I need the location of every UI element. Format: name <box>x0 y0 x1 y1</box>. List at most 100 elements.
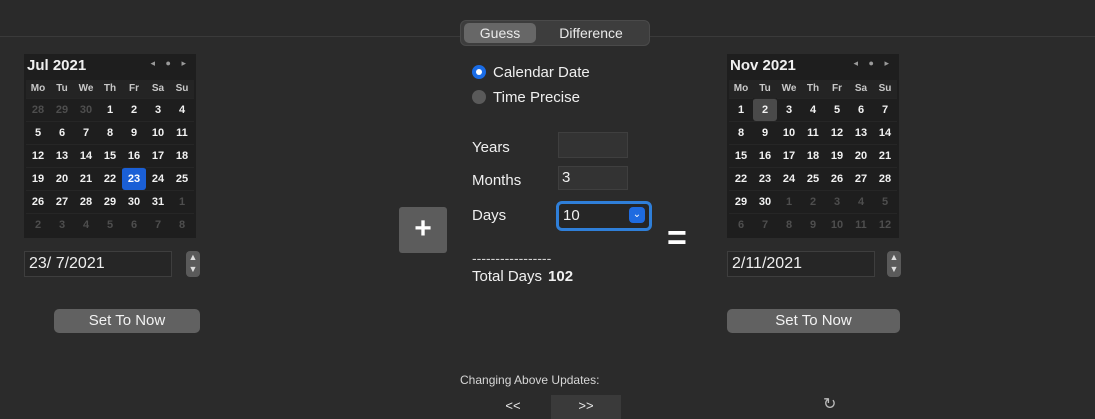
end-calendar-day[interactable]: 10 <box>777 121 801 144</box>
end-calendar-day[interactable]: 9 <box>801 213 825 236</box>
end-calendar-day[interactable]: 7 <box>873 98 897 121</box>
start-calendar-day[interactable]: 5 <box>98 213 122 236</box>
end-calendar-day[interactable]: 6 <box>849 98 873 121</box>
end-date-stepper-icon[interactable]: ▲ ▼ <box>887 251 901 277</box>
end-calendar-day[interactable]: 3 <box>777 98 801 121</box>
start-calendar-day[interactable]: 9 <box>122 121 146 144</box>
start-calendar-day[interactable]: 1 <box>170 190 194 213</box>
end-calendar-day[interactable]: 12 <box>873 213 897 236</box>
start-date-field[interactable]: 23/ 7/2021 <box>24 251 172 277</box>
end-calendar-day[interactable]: 29 <box>729 190 753 213</box>
start-calendar-day[interactable]: 7 <box>146 213 170 236</box>
start-calendar-day[interactable]: 24 <box>146 167 170 190</box>
end-calendar-day[interactable]: 15 <box>729 144 753 167</box>
start-calendar-day[interactable]: 4 <box>74 213 98 236</box>
years-field[interactable] <box>558 132 628 158</box>
start-calendar-day[interactable]: 30 <box>74 98 98 121</box>
start-calendar-day[interactable]: 26 <box>26 190 50 213</box>
end-calendar-day[interactable]: 1 <box>729 98 753 121</box>
start-calendar-day[interactable]: 5 <box>26 121 50 144</box>
start-calendar-day[interactable]: 28 <box>26 98 50 121</box>
months-field[interactable]: 3 <box>558 166 628 190</box>
start-calendar-day[interactable]: 17 <box>146 144 170 167</box>
start-calendar-day[interactable]: 4 <box>170 98 194 121</box>
end-calendar-day[interactable]: 19 <box>825 144 849 167</box>
end-calendar-day[interactable]: 27 <box>849 167 873 190</box>
end-calendar-day[interactable]: 22 <box>729 167 753 190</box>
end-calendar-day[interactable]: 6 <box>729 213 753 236</box>
start-calendar-day[interactable]: 7 <box>74 121 98 144</box>
start-calendar-day[interactable]: 28 <box>74 190 98 213</box>
end-calendar-day[interactable]: 25 <box>801 167 825 190</box>
start-calendar-day[interactable]: 6 <box>50 121 74 144</box>
end-calendar-day[interactable]: 3 <box>825 190 849 213</box>
start-calendar-day[interactable]: 20 <box>50 167 74 190</box>
refresh-icon[interactable]: ↻ <box>823 394 836 414</box>
end-calendar-day[interactable]: 4 <box>849 190 873 213</box>
end-calendar-day[interactable]: 8 <box>729 121 753 144</box>
end-calendar-day[interactable]: 26 <box>825 167 849 190</box>
add-operator-button[interactable]: + <box>399 207 447 253</box>
end-calendar-day[interactable]: 21 <box>873 144 897 167</box>
start-calendar-day[interactable]: 11 <box>170 121 194 144</box>
end-set-to-now-button[interactable]: Set To Now <box>727 309 900 333</box>
days-field[interactable]: 10 ⌄ <box>556 201 652 231</box>
end-calendar-day[interactable]: 13 <box>849 121 873 144</box>
start-calendar-day[interactable]: 21 <box>74 167 98 190</box>
tab-difference[interactable]: Difference <box>539 23 643 43</box>
start-calendar-day[interactable]: 14 <box>74 144 98 167</box>
start-calendar-day[interactable]: 8 <box>98 121 122 144</box>
end-calendar-day[interactable]: 12 <box>825 121 849 144</box>
start-calendar-day[interactable]: 2 <box>26 213 50 236</box>
start-calendar-day[interactable]: 1 <box>98 98 122 121</box>
start-calendar-day[interactable]: 3 <box>146 98 170 121</box>
calendar-date-radio[interactable]: Calendar Date <box>472 64 590 81</box>
start-calendar-day[interactable]: 29 <box>98 190 122 213</box>
end-calendar-day[interactable]: 5 <box>825 98 849 121</box>
update-left-button[interactable]: << <box>478 395 548 419</box>
start-calendar-day[interactable]: 12 <box>26 144 50 167</box>
end-date-field[interactable]: 2/11/2021 <box>727 251 875 277</box>
update-right-button[interactable]: >> <box>551 395 621 419</box>
start-calendar-day[interactable]: 19 <box>26 167 50 190</box>
end-calendar-day[interactable]: 14 <box>873 121 897 144</box>
end-calendar-day[interactable]: 7 <box>753 213 777 236</box>
start-calendar-day[interactable]: 6 <box>122 213 146 236</box>
end-month-nav-icon[interactable]: ◂ ● ▸ <box>854 58 893 69</box>
start-calendar-day[interactable]: 25 <box>170 167 194 190</box>
end-calendar-day[interactable]: 18 <box>801 144 825 167</box>
start-month-nav-icon[interactable]: ◂ ● ▸ <box>151 58 190 69</box>
start-calendar-day[interactable]: 31 <box>146 190 170 213</box>
tab-guess[interactable]: Guess <box>464 23 536 43</box>
start-calendar-day[interactable]: 3 <box>50 213 74 236</box>
start-calendar-day[interactable]: 2 <box>122 98 146 121</box>
start-calendar-day[interactable]: 30 <box>122 190 146 213</box>
end-calendar-day[interactable]: 28 <box>873 167 897 190</box>
end-calendar-day[interactable]: 2 <box>801 190 825 213</box>
start-set-to-now-button[interactable]: Set To Now <box>54 309 200 333</box>
end-calendar-day[interactable]: 16 <box>753 144 777 167</box>
end-calendar-day[interactable]: 4 <box>801 98 825 121</box>
start-date-stepper-icon[interactable]: ▲ ▼ <box>186 251 200 277</box>
end-calendar-day[interactable]: 11 <box>849 213 873 236</box>
start-calendar-day[interactable]: 18 <box>170 144 194 167</box>
chevron-down-icon[interactable]: ⌄ <box>629 207 645 223</box>
start-calendar-day[interactable]: 8 <box>170 213 194 236</box>
start-calendar-day[interactable]: 15 <box>98 144 122 167</box>
end-calendar-day[interactable]: 9 <box>753 121 777 144</box>
end-calendar-day[interactable]: 20 <box>849 144 873 167</box>
end-calendar-day[interactable]: 23 <box>753 167 777 190</box>
start-calendar-day[interactable]: 16 <box>122 144 146 167</box>
start-calendar-day[interactable]: 23 <box>122 167 146 190</box>
end-calendar-day[interactable]: 10 <box>825 213 849 236</box>
end-calendar-day[interactable]: 30 <box>753 190 777 213</box>
start-calendar-day[interactable]: 10 <box>146 121 170 144</box>
start-calendar-day[interactable]: 27 <box>50 190 74 213</box>
end-calendar-day[interactable]: 5 <box>873 190 897 213</box>
start-calendar-day[interactable]: 22 <box>98 167 122 190</box>
start-calendar-day[interactable]: 13 <box>50 144 74 167</box>
start-calendar-day[interactable]: 29 <box>50 98 74 121</box>
end-calendar-day[interactable]: 2 <box>753 98 777 121</box>
end-calendar-day[interactable]: 8 <box>777 213 801 236</box>
end-calendar-day[interactable]: 17 <box>777 144 801 167</box>
